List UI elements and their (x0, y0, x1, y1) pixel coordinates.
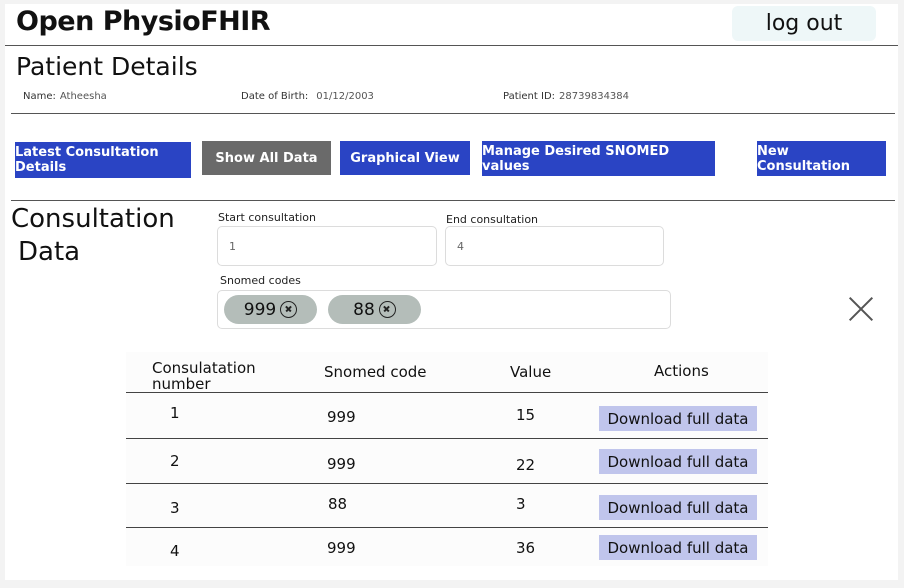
clear-icon[interactable] (848, 296, 874, 322)
toolbar-divider (11, 200, 895, 201)
latest-consultation-button[interactable]: Latest Consultation Details (15, 142, 191, 178)
end-consultation-input[interactable] (445, 226, 664, 266)
end-consultation-label: End consultation (446, 213, 539, 226)
consultation-data-title: Consultation Data (11, 203, 175, 269)
download-full-data-button[interactable]: Download full data (599, 495, 757, 520)
row-divider (126, 527, 768, 528)
cell-number: 3 (170, 499, 180, 517)
cell-number: 2 (170, 452, 180, 470)
start-consultation-input[interactable] (217, 226, 437, 266)
cell-number: 4 (170, 542, 180, 560)
patient-name-label: Name: (23, 91, 56, 102)
snomed-codes-label: Snomed codes (220, 274, 301, 287)
cell-value: 22 (516, 456, 536, 474)
snomed-chip-label: 88 (353, 299, 375, 320)
app-title: Open PhysioFHIR (16, 6, 271, 37)
patient-id-value: 28739834384 (559, 91, 630, 102)
download-full-data-button[interactable]: Download full data (599, 406, 757, 431)
graphical-view-button[interactable]: Graphical View (340, 141, 470, 175)
consultation-title-line1: Consultation (11, 204, 175, 234)
consultation-title-line2: Data (18, 237, 81, 267)
header-divider (5, 45, 898, 46)
patient-name: Name: Atheesha (23, 91, 107, 102)
cell-code: 999 (327, 408, 356, 426)
column-header-code: Snomed code (324, 363, 427, 381)
page: Open PhysioFHIR log out Patient Details … (5, 4, 898, 580)
cell-code: 999 (327, 455, 356, 473)
cell-code: 999 (327, 539, 356, 557)
patient-dob: Date of Birth: 01/12/2003 (241, 91, 374, 102)
snomed-chip[interactable]: 999 (224, 295, 317, 324)
row-divider (126, 392, 768, 393)
cell-value: 15 (516, 406, 536, 424)
patient-details-title: Patient Details (16, 52, 198, 81)
column-header-actions: Actions (654, 362, 709, 380)
cell-number: 1 (170, 404, 180, 422)
patient-dob-value: 01/12/2003 (316, 91, 374, 102)
snomed-chip[interactable]: 88 (328, 295, 421, 324)
patient-name-value: Atheesha (59, 91, 107, 102)
remove-chip-icon[interactable] (378, 301, 396, 318)
row-divider (126, 438, 768, 439)
row-divider (126, 483, 768, 484)
cell-value: 3 (516, 495, 526, 513)
logout-button[interactable]: log out (732, 6, 876, 41)
column-header-number: Consulatation number (152, 359, 256, 393)
snomed-codes-input[interactable]: 999 88 (217, 290, 671, 329)
new-consultation-button[interactable]: New Consultation (757, 141, 886, 176)
cell-value: 36 (516, 539, 536, 557)
snomed-chip-label: 999 (243, 299, 277, 320)
patient-id: Patient ID: 28739834384 (503, 91, 629, 102)
manage-snomed-button[interactable]: Manage Desired SNOMED values (482, 141, 715, 176)
download-full-data-button[interactable]: Download full data (599, 449, 757, 474)
patient-divider (11, 113, 895, 114)
remove-chip-icon[interactable] (280, 301, 298, 318)
download-full-data-button[interactable]: Download full data (599, 535, 757, 560)
column-header-value: Value (510, 363, 552, 381)
consultation-table: Consulatation number Snomed code Value A… (126, 352, 768, 566)
show-all-data-button[interactable]: Show All Data (202, 141, 331, 175)
patient-id-label: Patient ID: (503, 91, 556, 102)
start-consultation-label: Start consultation (218, 211, 317, 224)
cell-code: 88 (328, 495, 348, 513)
patient-dob-label: Date of Birth: (241, 91, 309, 102)
